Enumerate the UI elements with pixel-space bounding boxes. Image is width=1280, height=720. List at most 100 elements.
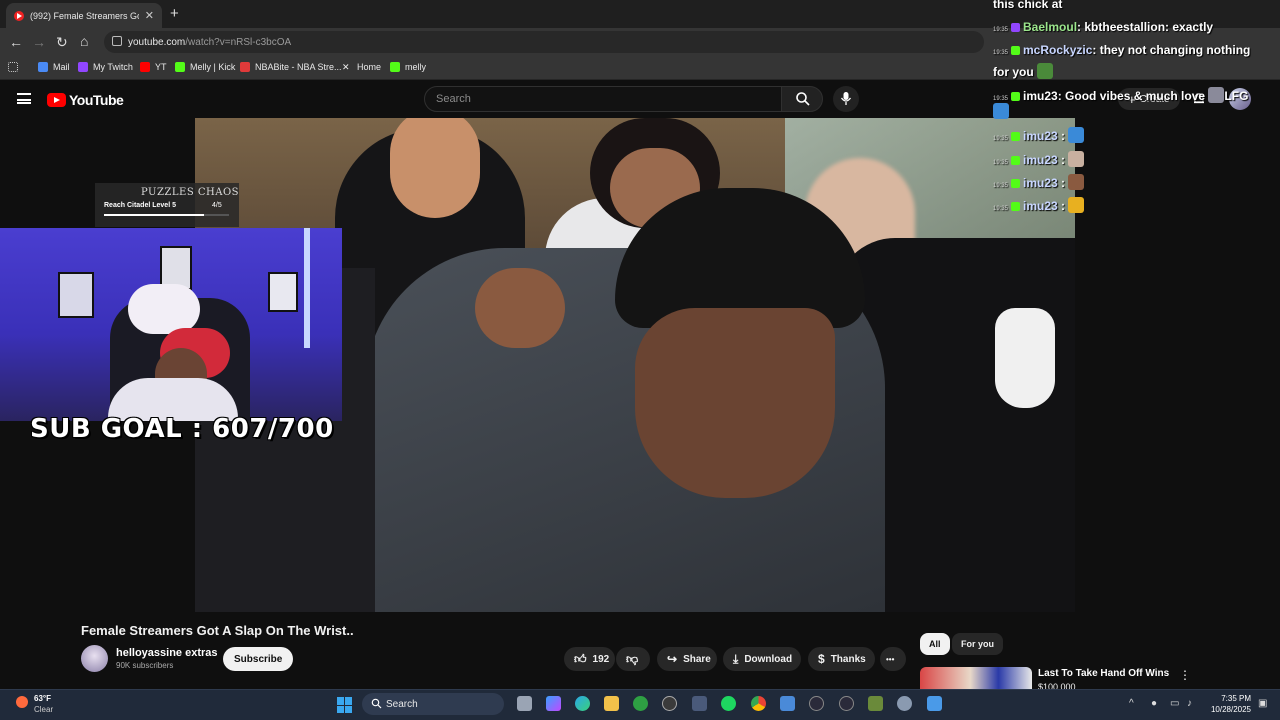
tray-overflow-icon[interactable]: ^ <box>1129 698 1134 709</box>
search-button[interactable] <box>781 86 823 112</box>
reload-button[interactable]: ↻ <box>56 34 68 50</box>
chat-line: this chick at <box>993 0 1063 11</box>
plush-hat <box>128 284 200 334</box>
kick-badge-icon <box>1011 46 1021 55</box>
subscribe-button[interactable]: Subscribe <box>223 647 294 671</box>
network-icon[interactable]: ▭ <box>1170 698 1179 709</box>
bookmark-yt[interactable]: YT <box>140 62 167 72</box>
media-player-icon[interactable] <box>809 696 824 711</box>
recommended-video-menu-icon[interactable]: ⋮ <box>1179 668 1191 682</box>
bookmark-home[interactable]: ✕ Home <box>342 62 381 72</box>
bookmark-mail[interactable]: Mail <box>38 62 70 72</box>
bookmark-nbabite[interactable]: NBABite - NBA Stre... <box>240 62 342 72</box>
youtube-favicon-icon <box>14 10 24 21</box>
like-button[interactable]: 👍︎ 192 <box>564 647 615 671</box>
dislike-button[interactable]: 👎︎ <box>616 647 650 671</box>
url-path: /watch?v=nRSl-c3bcOA <box>185 36 292 48</box>
apps-grid-icon[interactable] <box>8 62 23 72</box>
quest-progress-text: 4/5 <box>212 202 222 209</box>
store-icon[interactable] <box>692 696 707 711</box>
photos-icon[interactable] <box>780 696 795 711</box>
taskbar-search[interactable]: Search <box>362 693 504 715</box>
site-info-icon[interactable] <box>112 36 122 46</box>
channel-name[interactable]: helloyassine extras <box>116 647 218 659</box>
bookmark-my-twitch[interactable]: My Twitch <box>78 62 133 72</box>
channel-subscriber-count: 90K subscribers <box>116 661 174 670</box>
app-icon[interactable] <box>868 696 883 711</box>
share-button[interactable]: ↪ Share <box>657 647 717 671</box>
settings-gear-icon[interactable] <box>897 696 912 711</box>
chip-all[interactable]: All <box>920 633 950 655</box>
chrome-icon[interactable] <box>751 696 766 711</box>
new-tab-button[interactable]: + <box>170 5 179 22</box>
nbabite-icon <box>240 62 250 72</box>
share-icon: ↪ <box>667 652 678 666</box>
youtube-logo[interactable]: YouTube <box>47 92 124 108</box>
volume-icon[interactable]: ♪ <box>1187 698 1192 709</box>
mail-icon <box>38 62 48 72</box>
chat-message: 19:35 imu23 : <box>993 197 1085 213</box>
search-icon <box>371 698 382 709</box>
download-button[interactable]: ⤓ Download <box>723 647 801 671</box>
kick-badge-icon <box>1011 132 1021 141</box>
clock-time: 7:35 PM <box>1221 694 1251 703</box>
wall-poster <box>268 272 298 312</box>
system-clock[interactable]: 7:35 PM 10/28/2025 <box>1205 693 1251 715</box>
chat-message: 19:35 imu23: Good vibes & much love LFG <box>993 87 1249 103</box>
address-bar[interactable]: youtube.com/watch?v=nRSl-c3bcOA <box>104 31 984 53</box>
kick-icon <box>390 62 400 72</box>
github-icon[interactable] <box>662 696 677 711</box>
pinned-app-icon[interactable] <box>927 696 942 711</box>
home-button[interactable]: ⌂ <box>80 33 88 49</box>
recommended-video-title[interactable]: Last To Take Hand Off Wins <box>1038 668 1169 679</box>
search-input[interactable]: Search <box>424 86 782 112</box>
tab-title: (992) Female Streamers Go <box>30 10 139 21</box>
recommended-video-thumbnail[interactable] <box>920 667 1032 691</box>
back-button[interactable]: ← <box>9 34 23 50</box>
spotify-icon[interactable] <box>721 696 736 711</box>
w-emote-icon <box>1068 127 1085 143</box>
sub-goal-counter: SUB GOAL : 607/700 <box>30 414 334 444</box>
search-icon <box>796 92 810 106</box>
streamer-webcam <box>0 228 342 421</box>
quest-progress-fill <box>104 214 204 216</box>
xbox-icon[interactable] <box>633 696 648 711</box>
led-light <box>304 228 310 348</box>
edge-icon[interactable] <box>575 696 590 711</box>
more-actions-button[interactable]: ••• <box>880 647 906 671</box>
chat-message: 19:35 imu23 : <box>993 127 1085 143</box>
wall-poster <box>58 272 94 318</box>
forward-button[interactable]: → <box>32 34 46 50</box>
tab-close-icon[interactable]: ✕ <box>145 9 154 22</box>
url-host: youtube.com <box>128 36 186 48</box>
task-view-icon[interactable] <box>517 696 532 711</box>
chat-message: 19:35 imu23 : <box>993 151 1085 167</box>
emote-icon <box>1208 87 1225 103</box>
menu-icon[interactable] <box>17 93 31 104</box>
person-face-main <box>635 308 835 498</box>
microphone-tray-icon[interactable]: ● <box>1151 698 1157 709</box>
bookmark-melly-kick[interactable]: Melly | Kick <box>175 62 235 72</box>
notification-icon[interactable]: ▣ <box>1258 698 1267 709</box>
youtube-icon <box>140 62 150 72</box>
like-count: 192 <box>592 653 610 665</box>
bookmark-melly[interactable]: melly <box>390 62 426 72</box>
thanks-icon: $ <box>818 652 825 666</box>
video-title: Female Streamers Got A Slap On The Wrist… <box>81 623 354 638</box>
voice-search-button[interactable] <box>833 86 859 112</box>
chat-message: 19:35 mcRockyzic: they not changing nothi… <box>993 43 1251 57</box>
chat-emote-line <box>993 103 1009 119</box>
chip-for-you[interactable]: For you <box>952 633 1003 655</box>
puzzles-chaos-logo: PUZZLES CHAOS <box>141 187 239 198</box>
file-explorer-icon[interactable] <box>604 696 619 711</box>
kick-icon <box>175 62 185 72</box>
weather-sun-icon <box>16 696 28 708</box>
clock-date: 10/28/2025 <box>1210 705 1251 714</box>
channel-avatar[interactable] <box>81 645 108 672</box>
thanks-button[interactable]: $ Thanks <box>808 647 875 671</box>
browser-tab[interactable]: (992) Female Streamers Go ✕ <box>6 3 162 28</box>
copilot-icon[interactable] <box>546 696 561 711</box>
stream-app-icon[interactable] <box>839 696 854 711</box>
start-button[interactable] <box>337 697 353 713</box>
quest-overlay: PUZZLES CHAOS Reach Citadel Level 5 4/5 <box>95 183 239 227</box>
